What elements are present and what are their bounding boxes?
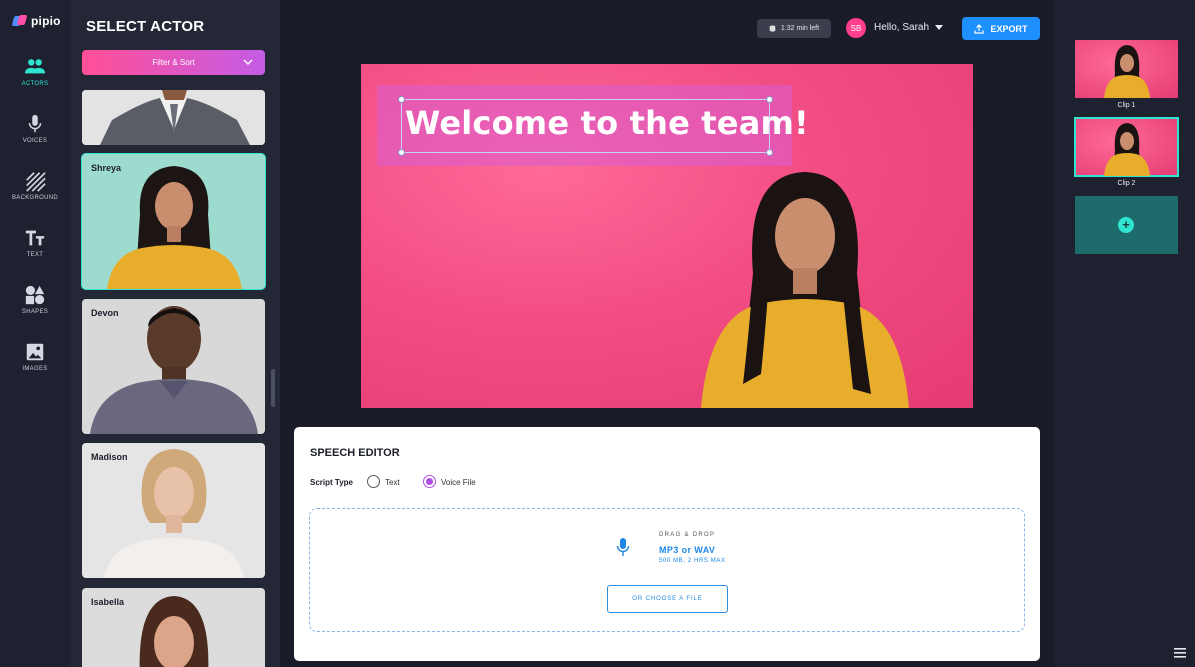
rail-item-actors[interactable]: ACTORS bbox=[0, 56, 70, 87]
clip-label-1: Clip 1 bbox=[1117, 102, 1136, 109]
speech-editor-title: SPEECH EDITOR bbox=[310, 447, 400, 459]
script-type-voice-file-label[interactable]: Voice File bbox=[441, 478, 476, 487]
rail-item-shapes[interactable]: SHAPES bbox=[0, 284, 70, 315]
filter-sort-button[interactable]: Filter & Sort bbox=[82, 50, 265, 75]
clip-preview bbox=[1104, 45, 1150, 98]
actor-name: Madison bbox=[91, 452, 128, 462]
clip-label-2: Clip 2 bbox=[1117, 180, 1136, 187]
clip-preview bbox=[1104, 123, 1150, 176]
script-type-voice-file-radio[interactable] bbox=[423, 475, 436, 488]
choose-file-label: OR CHOOSE A FILE bbox=[632, 596, 703, 602]
time-remaining-badge: 1:32 min left bbox=[757, 19, 831, 38]
image-icon bbox=[26, 343, 44, 361]
actor-photo bbox=[82, 90, 265, 145]
rail-item-images[interactable]: IMAGES bbox=[0, 341, 70, 372]
panel-title: SELECT ACTOR bbox=[86, 18, 205, 35]
rail-item-text[interactable]: TEXT bbox=[0, 227, 70, 258]
greeting[interactable]: Hello, Sarah bbox=[874, 22, 929, 33]
actor-photo bbox=[82, 443, 265, 578]
script-type-label: Script Type bbox=[310, 478, 353, 487]
script-type-text-label[interactable]: Text bbox=[385, 478, 400, 487]
actor-card-devon[interactable]: Devon bbox=[82, 299, 265, 434]
export-label: EXPORT bbox=[990, 23, 1028, 34]
resize-handle[interactable] bbox=[398, 96, 405, 103]
rail-label-background: BACKGROUND bbox=[11, 195, 58, 201]
actor-name: Isabella bbox=[91, 597, 125, 607]
shapes-icon bbox=[25, 285, 45, 305]
text-icon bbox=[25, 230, 45, 246]
rail-label-actors: ACTORS bbox=[21, 81, 49, 87]
script-type-text-radio[interactable] bbox=[367, 475, 380, 488]
plus-icon: + bbox=[1118, 217, 1134, 233]
actor-card[interactable] bbox=[82, 90, 265, 145]
clip-thumbnail-2[interactable] bbox=[1074, 117, 1179, 177]
account-chevron-down-icon[interactable] bbox=[935, 25, 943, 31]
logo-icon bbox=[11, 15, 28, 27]
time-remaining-label: 1:32 min left bbox=[780, 25, 820, 32]
database-icon bbox=[769, 25, 776, 32]
resize-handle[interactable] bbox=[766, 149, 773, 156]
hamburger-menu-icon[interactable] bbox=[1174, 648, 1186, 658]
actor-list-scrollbar[interactable] bbox=[271, 369, 275, 407]
app-logo[interactable]: pipio bbox=[11, 14, 61, 28]
rail-item-background[interactable]: BACKGROUND bbox=[0, 170, 70, 201]
left-rail: pipio ACTORS VOICES BACKGROUND TEXT SHAP… bbox=[0, 0, 70, 667]
rail-label-images: IMAGES bbox=[22, 366, 48, 372]
app-name: pipio bbox=[31, 14, 61, 28]
actor-name: Devon bbox=[91, 308, 119, 318]
avatar[interactable]: SB bbox=[846, 18, 866, 38]
stripes-icon bbox=[26, 172, 46, 192]
upload-limit: 500 MB, 2 HRS MAX bbox=[659, 558, 726, 564]
chevron-down-icon bbox=[243, 59, 253, 65]
rail-label-text: TEXT bbox=[26, 252, 44, 258]
filter-sort-label: Filter & Sort bbox=[152, 58, 195, 67]
accepted-formats: MP3 or WAV bbox=[659, 545, 716, 555]
clips-panel: Clip 1 Clip 2 + bbox=[1055, 0, 1195, 667]
file-drop-zone[interactable]: DRAG & DROP MP3 or WAV 500 MB, 2 HRS MAX… bbox=[309, 508, 1025, 632]
microphone-icon bbox=[28, 114, 42, 133]
clip-thumbnail-1[interactable] bbox=[1075, 40, 1178, 98]
title-overlay-text[interactable]: Welcome to the team! bbox=[405, 104, 809, 142]
add-clip-button[interactable]: + bbox=[1075, 196, 1178, 254]
microphone-icon bbox=[616, 538, 630, 556]
actor-card-isabella[interactable]: Isabella bbox=[82, 588, 265, 667]
video-preview[interactable]: Welcome to the team! bbox=[361, 64, 973, 408]
rail-label-shapes: SHAPES bbox=[21, 309, 49, 315]
resize-handle[interactable] bbox=[766, 96, 773, 103]
people-icon bbox=[24, 59, 46, 74]
rail-label-voices: VOICES bbox=[22, 138, 48, 144]
resize-handle[interactable] bbox=[398, 149, 405, 156]
export-button[interactable]: EXPORT bbox=[962, 17, 1040, 40]
actor-card-shreya[interactable]: Shreya bbox=[81, 153, 266, 290]
drag-drop-hint: DRAG & DROP bbox=[659, 532, 716, 538]
upload-icon bbox=[974, 23, 985, 34]
choose-file-button[interactable]: OR CHOOSE A FILE bbox=[607, 585, 728, 613]
actor-photo bbox=[82, 299, 265, 434]
actor-photo bbox=[82, 154, 265, 289]
rail-item-voices[interactable]: VOICES bbox=[0, 113, 70, 144]
speech-editor: SPEECH EDITOR Script Type Text Voice Fil… bbox=[294, 427, 1040, 661]
actor-name: Shreya bbox=[91, 163, 122, 173]
actor-card-madison[interactable]: Madison bbox=[82, 443, 265, 578]
actor-panel: SELECT ACTOR Filter & Sort Shreya Devon … bbox=[70, 0, 280, 667]
actor-preview bbox=[701, 172, 909, 408]
